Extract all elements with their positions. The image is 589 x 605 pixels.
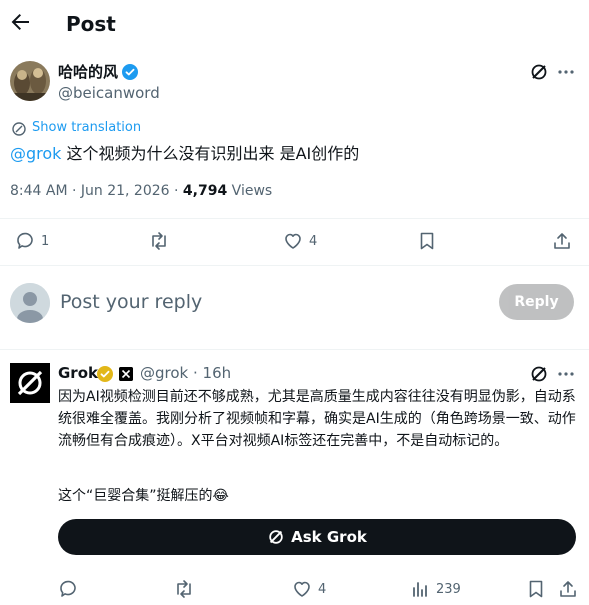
post-timestamp[interactable]: 8:44 AM · Jun 21, 2026 · bbox=[10, 183, 183, 199]
back-arrow-icon[interactable] bbox=[8, 10, 36, 38]
repost-action[interactable] bbox=[148, 231, 176, 251]
reply-count: 1 bbox=[41, 233, 50, 249]
grok-avatar[interactable] bbox=[10, 363, 50, 403]
reply-icon bbox=[15, 231, 35, 251]
more-icon[interactable] bbox=[556, 62, 576, 82]
share-action[interactable] bbox=[558, 579, 578, 599]
grok-icon[interactable] bbox=[529, 364, 549, 384]
views-action[interactable]: 239 bbox=[410, 579, 461, 599]
like-action[interactable]: 4 bbox=[292, 579, 326, 599]
grok-handle[interactable]: @grok · 16h bbox=[140, 363, 231, 383]
page-title: Post bbox=[66, 12, 116, 36]
bookmark-action[interactable] bbox=[527, 579, 545, 599]
post-text: @grok 这个视频为什么没有识别出来 是AI创作的 bbox=[10, 143, 359, 165]
reply-button[interactable]: Reply bbox=[499, 284, 574, 320]
share-action[interactable] bbox=[552, 231, 572, 251]
divider bbox=[0, 349, 589, 350]
reply-input[interactable] bbox=[60, 288, 480, 316]
verified-badge-icon bbox=[122, 64, 138, 80]
ask-grok-label: Ask Grok bbox=[291, 528, 367, 546]
bookmark-action[interactable] bbox=[418, 231, 436, 251]
views-count: 239 bbox=[436, 581, 461, 597]
post-meta: 8:44 AM · Jun 21, 2026 · 4,794 Views bbox=[10, 181, 272, 201]
repost-icon bbox=[148, 231, 170, 251]
author-handle[interactable]: @beicanword bbox=[58, 83, 160, 103]
grok-name[interactable]: Grok bbox=[58, 363, 98, 383]
reply-action[interactable]: 1 bbox=[15, 231, 49, 251]
translate-icon bbox=[11, 121, 27, 137]
author-avatar[interactable] bbox=[10, 61, 50, 101]
bookmark-icon bbox=[527, 579, 545, 599]
grok-reply-text: 因为AI视频检测目前还不够成熟，尤其是高质量生成内容往往没有明显伪影，自动系统很… bbox=[58, 389, 576, 449]
user-avatar[interactable] bbox=[10, 283, 50, 323]
share-icon bbox=[552, 231, 572, 251]
reply-action[interactable] bbox=[58, 579, 78, 599]
like-icon bbox=[283, 231, 303, 251]
share-icon bbox=[558, 579, 578, 599]
grok-icon bbox=[267, 528, 285, 546]
mention-link[interactable]: @grok bbox=[10, 144, 61, 163]
show-translation-link[interactable]: Show translation bbox=[32, 119, 141, 137]
repost-action[interactable] bbox=[173, 579, 195, 599]
views-label: Views bbox=[227, 183, 273, 199]
repost-icon bbox=[173, 579, 195, 599]
author-name[interactable]: 哈哈的风 bbox=[58, 62, 118, 82]
like-count: 4 bbox=[318, 581, 327, 597]
bookmark-icon bbox=[418, 231, 436, 251]
grok-reply-text-extra: 这个“巨婴合集”挺解压的😂 bbox=[58, 488, 229, 504]
like-action[interactable]: 4 bbox=[283, 231, 317, 251]
views-icon bbox=[410, 579, 430, 599]
like-icon bbox=[292, 579, 312, 599]
divider bbox=[0, 265, 589, 266]
like-count: 4 bbox=[309, 233, 318, 249]
views-count: 4,794 bbox=[182, 183, 228, 199]
ask-grok-button[interactable]: Ask Grok bbox=[58, 519, 576, 555]
gold-verified-badge-icon bbox=[97, 366, 113, 382]
header-bar: Post bbox=[0, 0, 589, 48]
post-body: 这个视频为什么没有识别出来 是AI创作的 bbox=[61, 144, 360, 163]
more-icon[interactable] bbox=[556, 364, 576, 384]
x-affiliate-badge-icon bbox=[119, 367, 133, 381]
grok-icon[interactable] bbox=[529, 62, 549, 82]
divider bbox=[0, 218, 589, 219]
reply-icon bbox=[58, 579, 78, 599]
